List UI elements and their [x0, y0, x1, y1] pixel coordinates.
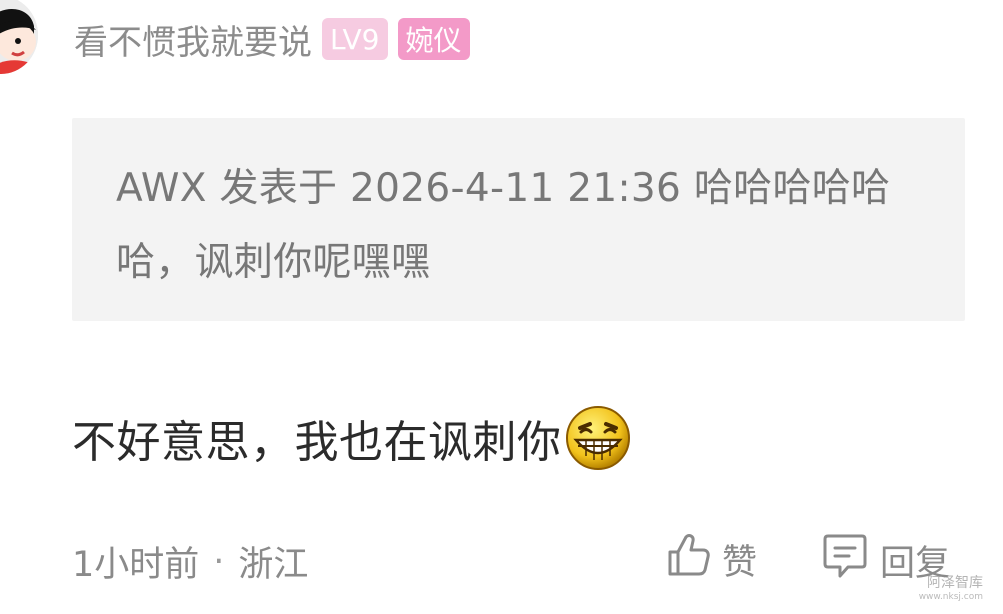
comment-location: 浙江 [238, 545, 309, 585]
meta-separator: · [213, 541, 225, 582]
comment-text: 不好意思，我也在讽刺你 [72, 417, 562, 468]
cartoon-avatar-icon [0, 0, 38, 74]
like-label: 赞 [722, 543, 758, 583]
thumbs-up-icon [666, 532, 710, 587]
quoted-post[interactable]: AWX 发表于 2026-4-11 21:36 哈哈哈哈哈哈，讽刺你呢嘿嘿 [72, 118, 965, 321]
comment-meta: 1小时前 · 浙江 [72, 536, 308, 587]
watermark-text: 阿泽智库 [927, 575, 983, 591]
like-button[interactable]: 赞 [666, 532, 757, 587]
laughing-emoji-icon [564, 404, 632, 472]
avatar[interactable] [0, 0, 38, 74]
comment-header: 看不惯我就要说 LV9 婉仪 [74, 14, 470, 64]
title-badge: 婉仪 [397, 18, 470, 60]
quoted-post-text: AWX 发表于 2026-4-11 21:36 哈哈哈哈哈哈，讽刺你呢嘿嘿 [116, 166, 891, 285]
comment-footer: 1小时前 · 浙江 赞 回复 [72, 530, 1003, 590]
comment-body: 不好意思，我也在讽刺你 [72, 398, 632, 478]
username[interactable]: 看不惯我就要说 [74, 15, 312, 64]
watermark-url: www.nksj.com [918, 592, 983, 602]
comment-bubble-icon [822, 532, 868, 589]
comment-time: 1小时前 [72, 545, 200, 585]
level-badge: LV9 [322, 18, 388, 60]
watermark: 阿泽智库 www.nksj.com [919, 576, 983, 604]
